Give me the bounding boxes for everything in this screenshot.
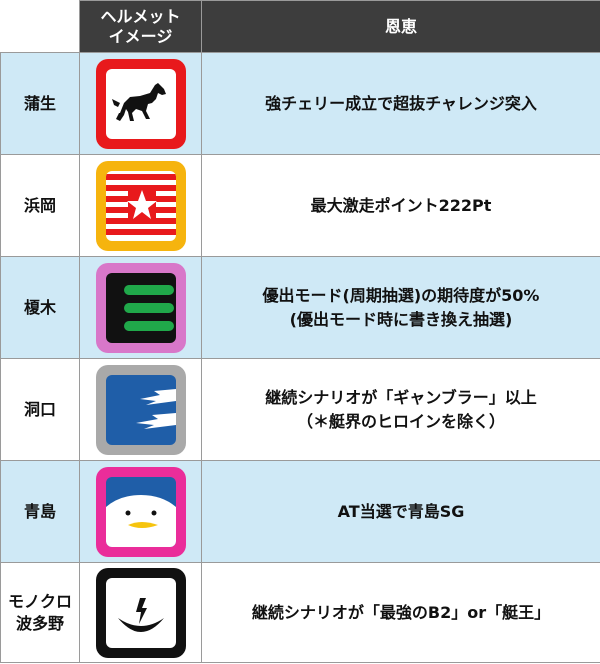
green-bars-helmet-icon <box>95 262 186 353</box>
header-benefit-cell: 恩恵 <box>201 0 600 53</box>
horse-helmet-icon <box>95 58 186 149</box>
benefit-text: AT当選で青島SG <box>201 460 600 563</box>
benefit-text: 継続シナリオが「最強のB2」or「艇王」 <box>201 562 600 663</box>
star-stripes-helmet-icon <box>95 160 186 251</box>
helmet-cell <box>79 358 202 461</box>
header-row: ヘルメット イメージ 恩恵 <box>0 0 600 53</box>
benefit-text: 最大激走ポイント222Pt <box>201 154 600 257</box>
header-name-cell <box>0 0 80 53</box>
helmet-cell <box>79 460 202 563</box>
racer-name: 蒲生 <box>0 52 80 155</box>
penguin-helmet-icon <box>95 466 186 557</box>
helmet-cell <box>79 562 202 663</box>
helmet-benefit-table: ヘルメット イメージ 恩恵 蒲生 強チェリー成立で超抜チャレンジ突入 浜岡 最大… <box>0 0 600 663</box>
table-row: 青島 AT当選で青島SG <box>0 460 600 563</box>
racer-name: 青島 <box>0 460 80 563</box>
racer-name: 榎木 <box>0 256 80 359</box>
table-row: 蒲生 強チェリー成立で超抜チャレンジ突入 <box>0 52 600 155</box>
table-row: 洞口 継続シナリオが「ギャンブラー」以上 （＊艇界のヒロインを除く） <box>0 358 600 461</box>
helmet-cell <box>79 52 202 155</box>
benefit-text: 優出モード(周期抽選)の期待度が50% (優出モード時に書き換え抽選) <box>201 256 600 359</box>
header-helmet-cell: ヘルメット イメージ <box>79 0 202 53</box>
benefit-text: 継続シナリオが「ギャンブラー」以上 （＊艇界のヒロインを除く） <box>201 358 600 461</box>
helmet-cell <box>79 154 202 257</box>
lightning-helmet-icon <box>95 364 186 455</box>
helmet-cell <box>79 256 202 359</box>
racer-name: 浜岡 <box>0 154 80 257</box>
racer-name: モノクロ 波多野 <box>0 562 80 663</box>
benefit-text: 強チェリー成立で超抜チャレンジ突入 <box>201 52 600 155</box>
table-row: モノクロ 波多野 継続シナリオが「最強のB2」or「艇王」 <box>0 562 600 663</box>
crescent-helmet-icon <box>95 567 186 658</box>
racer-name: 洞口 <box>0 358 80 461</box>
table-row: 浜岡 最大激走ポイント222Pt <box>0 154 600 257</box>
table-row: 榎木 優出モード(周期抽選)の期待度が50% (優出モード時に書き換え抽選) <box>0 256 600 359</box>
